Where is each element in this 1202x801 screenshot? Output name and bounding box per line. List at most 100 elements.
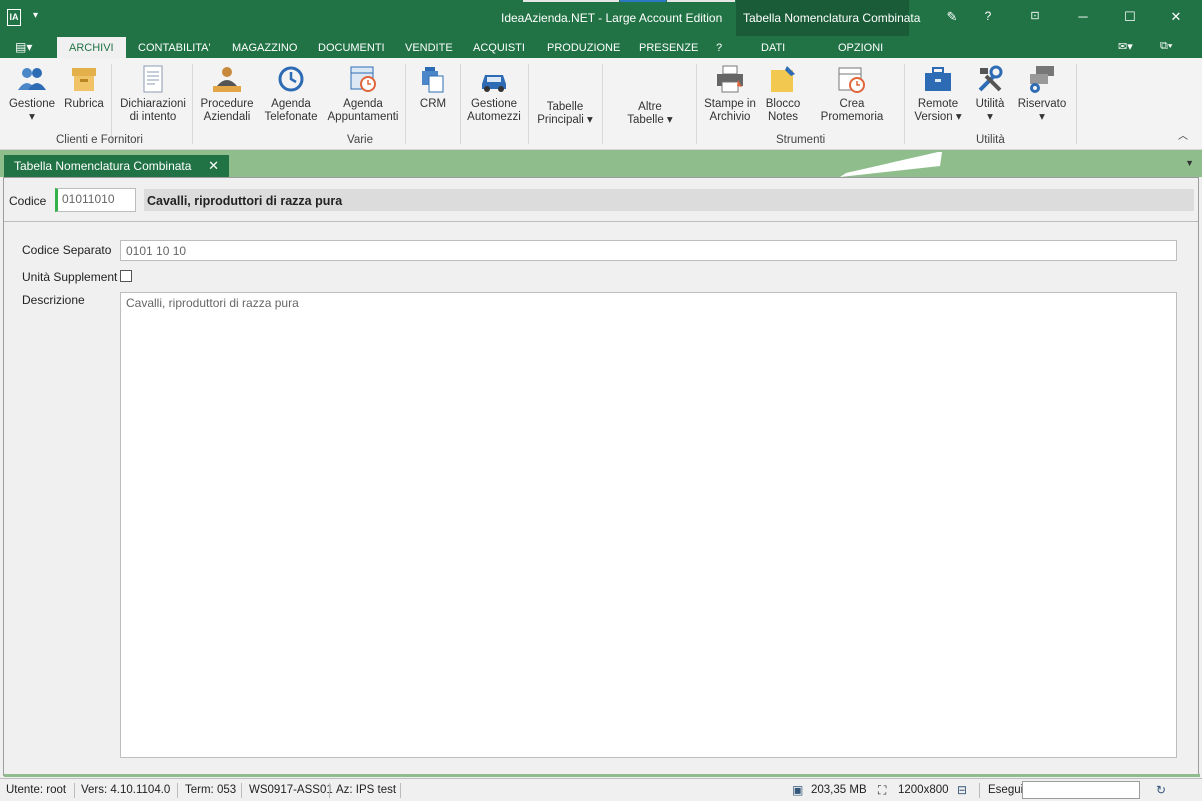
dropdown-arrow-icon: ▾ (29, 111, 35, 123)
status-separator (329, 783, 330, 798)
ribbon-separator (696, 64, 697, 144)
crm-icon (422, 67, 444, 93)
tab-magazzino[interactable]: MAGAZZINO (232, 42, 297, 54)
close-button[interactable]: ✕ (1166, 9, 1186, 25)
unita-supplement-checkbox[interactable] (120, 270, 132, 282)
group-utilita-label: Utilità (976, 134, 1005, 146)
tabelle-principali-label-2: Principali ▾ (537, 114, 593, 126)
sticky-note-icon (771, 66, 795, 92)
remote-version-button[interactable]: Remote Version ▾ (910, 64, 966, 124)
esegui-label: Esegui (988, 784, 1024, 796)
tab-archivi[interactable]: ARCHIVI (57, 37, 126, 58)
ribbon-separator (1076, 64, 1077, 144)
tab-help[interactable]: ? (716, 42, 722, 54)
agenda-app-label-2: Appuntamenti (327, 111, 399, 123)
box-icon (72, 68, 96, 91)
ribbon-separator (904, 64, 905, 144)
layout-icon[interactable]: ⧉▾ (1160, 40, 1172, 53)
procedure-label-2: Aziendali (203, 111, 251, 123)
window-title: IdeaAzienda.NET - Large Account Edition (501, 11, 723, 25)
status-separator (400, 783, 401, 798)
status-separator (177, 783, 178, 798)
tab-presenze[interactable]: PRESENZE (639, 42, 698, 54)
tabelle-principali-button[interactable]: Tabelle Principali ▾ (535, 101, 595, 127)
status-azienda: Az: IPS test (336, 784, 397, 796)
agenda-app-label-1: Agenda (343, 98, 383, 110)
tab-produzione[interactable]: PRODUZIONE (547, 42, 620, 54)
app-icon[interactable]: IA (7, 9, 21, 26)
calendar-clock-icon (350, 66, 376, 92)
gestione-label: Gestione (8, 98, 56, 110)
codice-input[interactable]: 01011010 (55, 188, 136, 212)
ribbon-separator (528, 64, 529, 144)
status-bar: Utente: root Vers: 4.10.1104.0 Term: 053… (0, 778, 1202, 801)
codice-separato-input[interactable]: 0101 10 10 (120, 240, 1177, 261)
utilita-button[interactable]: Utilità ▾ (970, 64, 1010, 124)
collapse-ribbon-icon[interactable]: ︿ (1178, 130, 1188, 143)
fullscreen-icon[interactable]: ⛶ (878, 783, 886, 798)
close-tab-icon[interactable]: ✕ (208, 158, 219, 174)
procedure-label-1: Procedure (200, 98, 254, 110)
codice-description: Cavalli, riproduttori di razza pura (144, 189, 1194, 211)
tab-contabilita[interactable]: CONTABILITA' (138, 42, 211, 54)
automezzi-button[interactable]: Gestione Automezzi (466, 64, 522, 124)
tab-dati[interactable]: DATI (761, 42, 785, 54)
agenda-tel-label-1: Agenda (271, 98, 311, 110)
minimize-button[interactable]: ─ (1073, 9, 1093, 24)
agenda-appuntamenti-button[interactable]: Agenda Appuntamenti (327, 64, 399, 124)
ribbon: Gestione ▾ Rubrica Dichiarazioni di inte… (0, 58, 1202, 150)
remote-label-2: Version ▾ (914, 111, 962, 123)
riservato-label: Riservato (1017, 98, 1067, 110)
tab-opzioni[interactable]: OPZIONI (838, 42, 883, 54)
tab-acquisti[interactable]: ACQUISTI (473, 42, 525, 54)
restore-ribbon-icon[interactable]: ⊡ (1025, 9, 1045, 22)
procedure-button[interactable]: Procedure Aziendali (198, 64, 256, 124)
esegui-input[interactable] (1022, 781, 1140, 799)
help-button[interactable]: ? (978, 9, 998, 23)
bottom-scroll-strip[interactable] (4, 774, 1200, 777)
document-tab-label: Tabella Nomenclatura Combinata (14, 159, 192, 173)
status-separator (74, 783, 75, 798)
ribbon-separator (602, 64, 603, 144)
riservato-button[interactable]: Riservato ▾ (1016, 64, 1068, 124)
tab-list-dropdown-icon[interactable]: ▼ (1185, 158, 1194, 168)
printer-icon (717, 65, 743, 93)
status-workstation: WS0917-ASS01 (249, 784, 333, 796)
edit-icon[interactable]: ✎ (942, 9, 962, 25)
file-menu-icon[interactable]: ▤▾ (15, 40, 32, 54)
dropdown-arrow-icon: ▾ (987, 111, 993, 123)
agenda-telefonate-button[interactable]: Agenda Telefonate (262, 64, 320, 124)
automezzi-label-2: Automezzi (467, 111, 521, 123)
history-icon (278, 66, 304, 92)
stampe-label-2: Archivio (709, 111, 751, 123)
status-resolution: 1200x800 (898, 784, 949, 796)
ribbon-separator (192, 64, 193, 144)
quick-access-dropdown-icon[interactable]: ▾ (33, 10, 38, 21)
tab-vendite[interactable]: VENDITE (405, 42, 453, 54)
descrizione-textarea[interactable]: Cavalli, riproduttori di razza pura (120, 292, 1177, 758)
blocco-label-2: Notes (767, 111, 799, 123)
title-bar: IA ▾ IdeaAzienda.NET - Large Account Edi… (0, 0, 1202, 58)
mail-icon[interactable]: ✉▾ (1118, 40, 1133, 53)
crea-promemoria-button[interactable]: Crea Promemoria (808, 64, 896, 124)
tab-documenti[interactable]: DOCUMENTI (318, 42, 385, 54)
window-search-icon[interactable]: ⊟ (957, 783, 967, 797)
ribbon-tab-row: ▤▾ ARCHIVI CONTABILITA' MAGAZZINO DOCUME… (0, 36, 1202, 58)
altre-tabelle-button[interactable]: Altre Tabelle ▾ (620, 101, 680, 127)
status-term: Term: 053 (185, 784, 237, 796)
maximize-button[interactable]: ☐ (1120, 9, 1140, 25)
rubrica-label: Rubrica (64, 98, 104, 110)
crm-button[interactable]: CRM (413, 64, 453, 111)
gestione-button[interactable]: Gestione ▾ (8, 64, 56, 124)
blocco-notes-button[interactable]: Blocco Notes (762, 64, 804, 124)
document-tab[interactable]: Tabella Nomenclatura Combinata ✕ (4, 155, 229, 177)
title-stripe (667, 0, 735, 2)
tabelle-principali-label-1: Tabelle (546, 101, 584, 113)
codice-label: Codice (9, 194, 47, 208)
rubrica-button[interactable]: Rubrica (62, 64, 106, 111)
stampe-archivio-button[interactable]: Stampe in Archivio (702, 64, 758, 124)
history-icon[interactable]: ↻ (1156, 783, 1166, 797)
altre-tabelle-label-1: Altre (638, 101, 662, 113)
dichiarazioni-button[interactable]: Dichiarazioni di intento (118, 64, 188, 124)
status-separator (241, 783, 242, 798)
